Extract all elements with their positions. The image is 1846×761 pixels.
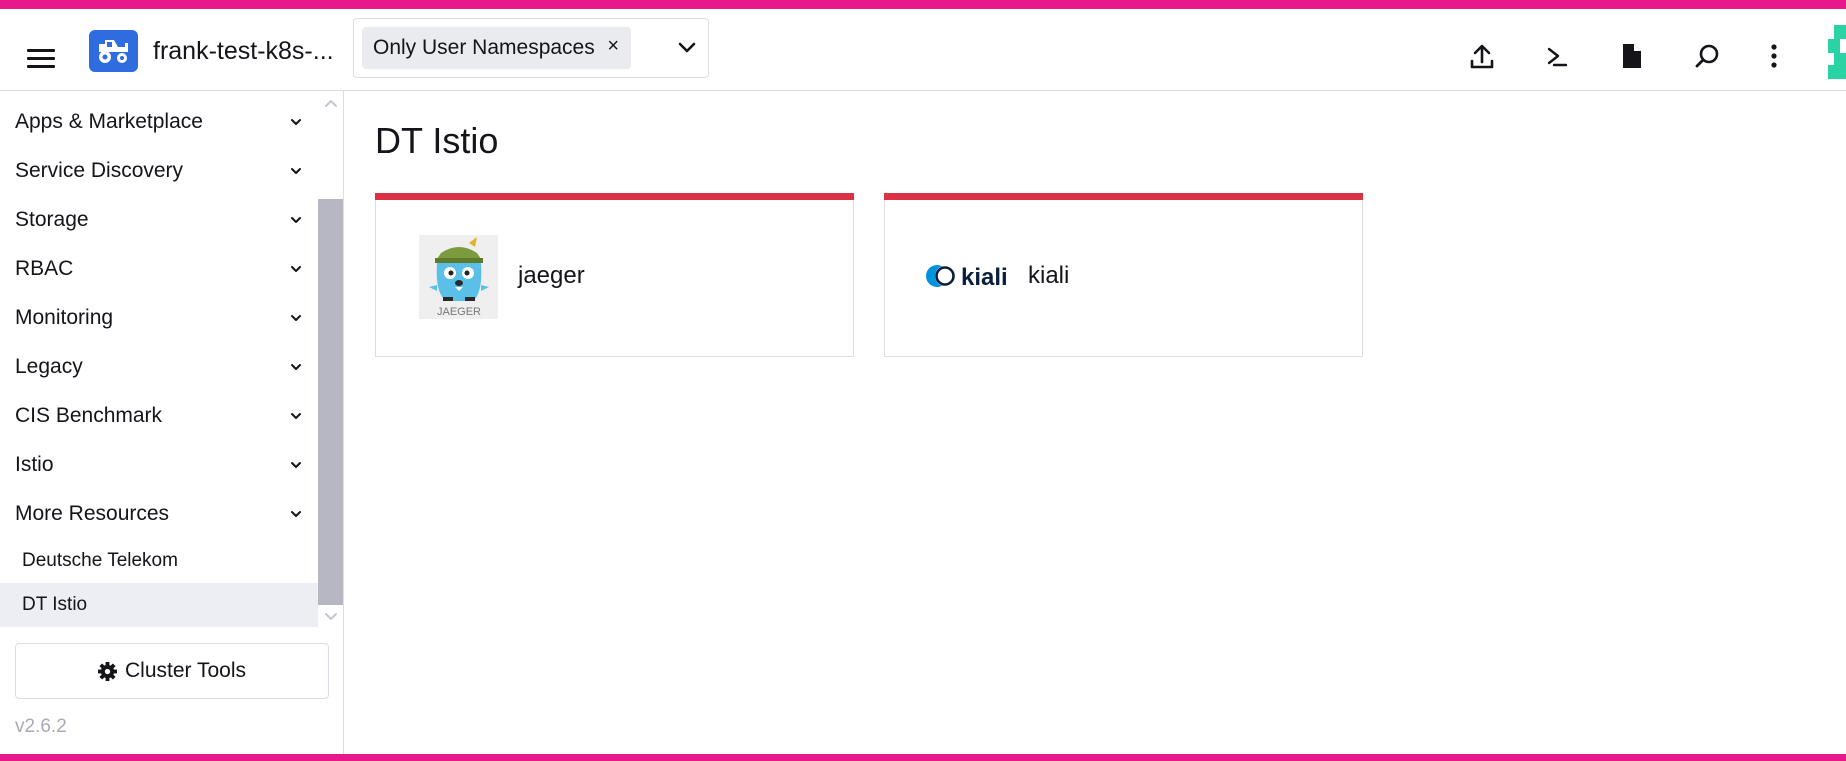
chevron-down-icon (291, 413, 301, 419)
chevron-down-icon (291, 315, 301, 321)
sidebar-group-label: More Resources (15, 502, 170, 525)
sidebar-group-label: Apps & Marketplace (15, 110, 203, 133)
chevron-down-icon (291, 168, 301, 174)
sidebar-scrollbar-thumb[interactable] (318, 199, 343, 605)
scroll-down-arrow-icon[interactable] (322, 607, 340, 625)
chevron-down-icon (291, 511, 301, 517)
sidebar-group-legacy[interactable]: Legacy (0, 344, 318, 390)
more-options-icon[interactable] (1754, 36, 1794, 76)
chevron-down-icon[interactable] (676, 37, 698, 59)
sidebar: Apps & Marketplace Service Discovery Sto… (0, 91, 344, 754)
download-kubeconfig-icon[interactable] (1612, 36, 1652, 76)
namespace-filter-chip-label: Only User Namespaces (373, 36, 595, 59)
sidebar-group-service-discovery[interactable]: Service Discovery (0, 148, 318, 194)
namespace-filter-dropdown[interactable]: Only User Namespaces × (353, 18, 709, 78)
sidebar-group-cis-benchmark[interactable]: CIS Benchmark (0, 393, 318, 439)
kiali-logo: kiali (926, 264, 1008, 290)
chevron-down-icon (291, 119, 301, 125)
scroll-up-arrow-icon[interactable] (322, 95, 340, 113)
sidebar-item-label: DT Istio (22, 594, 88, 615)
import-yaml-icon[interactable] (1462, 36, 1502, 76)
cluster-tools-label: Cluster Tools (125, 659, 246, 682)
chevron-down-icon (291, 462, 301, 468)
menu-hamburger-icon[interactable] (20, 37, 62, 79)
sidebar-item-dt-istio[interactable]: DT Istio (0, 583, 318, 627)
gear-icon (98, 661, 117, 681)
kiali-tile-label: kiali (1028, 262, 1070, 289)
namespace-filter-chip: Only User Namespaces × (362, 27, 631, 69)
sidebar-group-monitoring[interactable]: Monitoring (0, 295, 318, 341)
sidebar-group-istio[interactable]: Istio (0, 442, 318, 488)
sidebar-group-apps-marketplace[interactable]: Apps & Marketplace (0, 99, 318, 145)
sidebar-group-label: CIS Benchmark (15, 404, 163, 427)
chip-close-icon[interactable]: × (607, 35, 619, 58)
top-accent-stripe (0, 0, 1846, 9)
sidebar-group-label: Service Discovery (15, 159, 184, 182)
chevron-down-icon (291, 364, 301, 370)
user-avatar-icon[interactable] (1828, 25, 1846, 79)
kiali-tile[interactable]: kiali kiali (884, 193, 1363, 357)
version-label: v2.6.2 (15, 716, 67, 737)
sidebar-group-label: RBAC (15, 257, 74, 280)
chevron-down-icon (291, 266, 301, 272)
search-icon[interactable] (1687, 36, 1727, 76)
top-header: frank-test-k8s-... Only User Namespaces … (0, 9, 1846, 91)
sidebar-group-label: Legacy (15, 355, 83, 378)
jaeger-tile[interactable]: JAEGER jaeger (375, 193, 854, 357)
jaeger-logo-text: JAEGER (437, 306, 481, 318)
kubectl-shell-icon[interactable] (1537, 36, 1577, 76)
sidebar-group-label: Monitoring (15, 306, 114, 329)
sidebar-group-label: Istio (15, 453, 54, 476)
chevron-down-icon (291, 217, 301, 223)
sidebar-group-label: Storage (15, 208, 89, 231)
sidebar-item-label: Deutsche Telekom (22, 550, 178, 571)
sidebar-group-rbac[interactable]: RBAC (0, 246, 318, 292)
jaeger-logo: JAEGER (419, 235, 498, 319)
jaeger-tile-label: jaeger (518, 262, 585, 289)
page-title: DT Istio (375, 120, 499, 161)
sidebar-group-storage[interactable]: Storage (0, 197, 318, 243)
sidebar-item-deutsche-telekom[interactable]: Deutsche Telekom (0, 539, 318, 583)
sidebar-group-more-resources[interactable]: More Resources (0, 491, 318, 537)
kiali-logo-text: kiali (961, 264, 1008, 290)
bottom-accent-stripe (0, 754, 1846, 761)
cluster-logo-icon[interactable] (89, 30, 138, 72)
cluster-name[interactable]: frank-test-k8s-... (153, 37, 334, 66)
cluster-tools-button[interactable]: Cluster Tools (15, 643, 329, 699)
